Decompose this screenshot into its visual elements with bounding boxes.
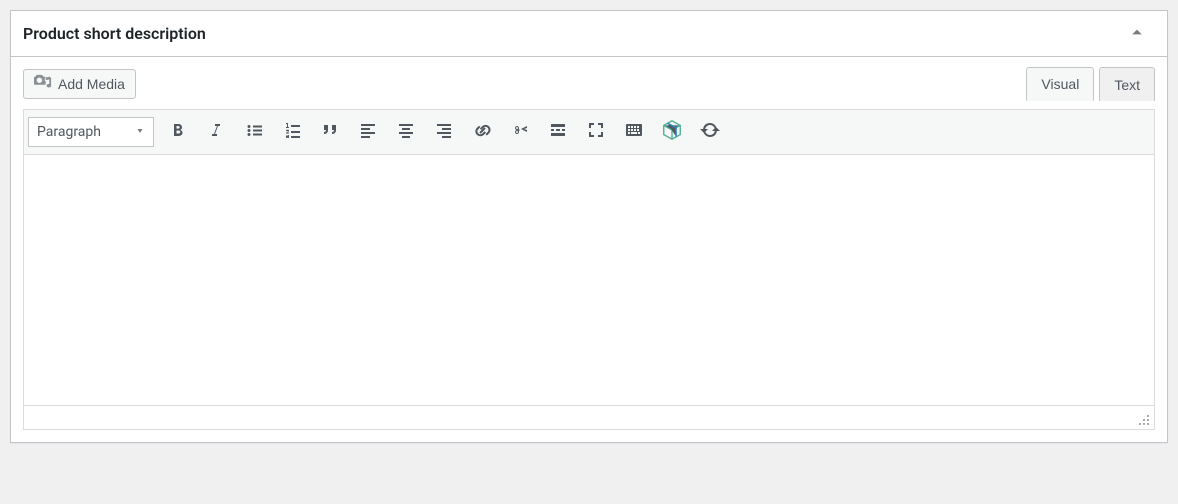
refresh-icon	[700, 120, 720, 144]
panel-title: Product short description	[23, 24, 206, 43]
format-selector-label: Paragraph	[37, 124, 101, 140]
keyboard-toggle-icon	[624, 120, 644, 144]
italic-button[interactable]	[198, 114, 234, 150]
page-break-icon	[548, 120, 568, 144]
align-right-button[interactable]	[426, 114, 462, 150]
link-button[interactable]	[464, 114, 500, 150]
bold-button[interactable]	[160, 114, 196, 150]
panel-actions	[1119, 16, 1155, 52]
italic-icon	[206, 120, 226, 144]
camera-music-icon	[34, 74, 52, 94]
add-media-label: Add Media	[58, 77, 125, 91]
bold-icon	[168, 120, 188, 144]
caret-up-icon	[1131, 26, 1143, 41]
plugin-cube-button[interactable]	[654, 114, 690, 150]
align-center-button[interactable]	[388, 114, 424, 150]
editor-wrapper: Visual Text Paragraph	[23, 109, 1155, 430]
panel-toggle-button[interactable]	[1119, 16, 1155, 52]
quote-icon	[320, 120, 340, 144]
add-media-button[interactable]: Add Media	[23, 69, 136, 99]
bullet-list-icon	[244, 120, 264, 144]
editor-mode-tabs: Visual Text	[1021, 67, 1155, 101]
numbered-list-button[interactable]	[274, 114, 310, 150]
fullscreen-button[interactable]	[578, 114, 614, 150]
insert-more-button[interactable]	[502, 114, 538, 150]
panel-body: Add Media Visual Text Paragraph	[11, 57, 1167, 442]
scissors-break-icon	[510, 120, 530, 144]
editor-content-area[interactable]	[24, 155, 1154, 405]
tinymce-editor: Paragraph	[23, 109, 1155, 430]
editor-toolbar: Paragraph	[24, 110, 1154, 155]
align-left-icon	[358, 120, 378, 144]
refresh-button[interactable]	[692, 114, 728, 150]
bullet-list-button[interactable]	[236, 114, 272, 150]
align-right-icon	[434, 120, 454, 144]
panel-header: Product short description	[11, 11, 1167, 57]
tab-text[interactable]: Text	[1099, 67, 1155, 101]
numbered-list-icon	[282, 120, 302, 144]
toolbar-toggle-button[interactable]	[616, 114, 652, 150]
resize-handle[interactable]	[1134, 410, 1150, 426]
tab-visual[interactable]: Visual	[1026, 67, 1094, 101]
cube-icon	[661, 119, 683, 145]
insert-pagebreak-button[interactable]	[540, 114, 576, 150]
chevron-down-icon	[135, 124, 145, 140]
product-short-description-panel: Product short description Add Media Visu…	[10, 10, 1168, 443]
fullscreen-icon	[586, 120, 606, 144]
align-left-button[interactable]	[350, 114, 386, 150]
align-center-icon	[396, 120, 416, 144]
link-icon	[472, 120, 492, 144]
format-selector[interactable]: Paragraph	[28, 117, 154, 147]
media-buttons-row: Add Media	[23, 69, 1155, 99]
blockquote-button[interactable]	[312, 114, 348, 150]
editor-statusbar	[24, 405, 1154, 429]
